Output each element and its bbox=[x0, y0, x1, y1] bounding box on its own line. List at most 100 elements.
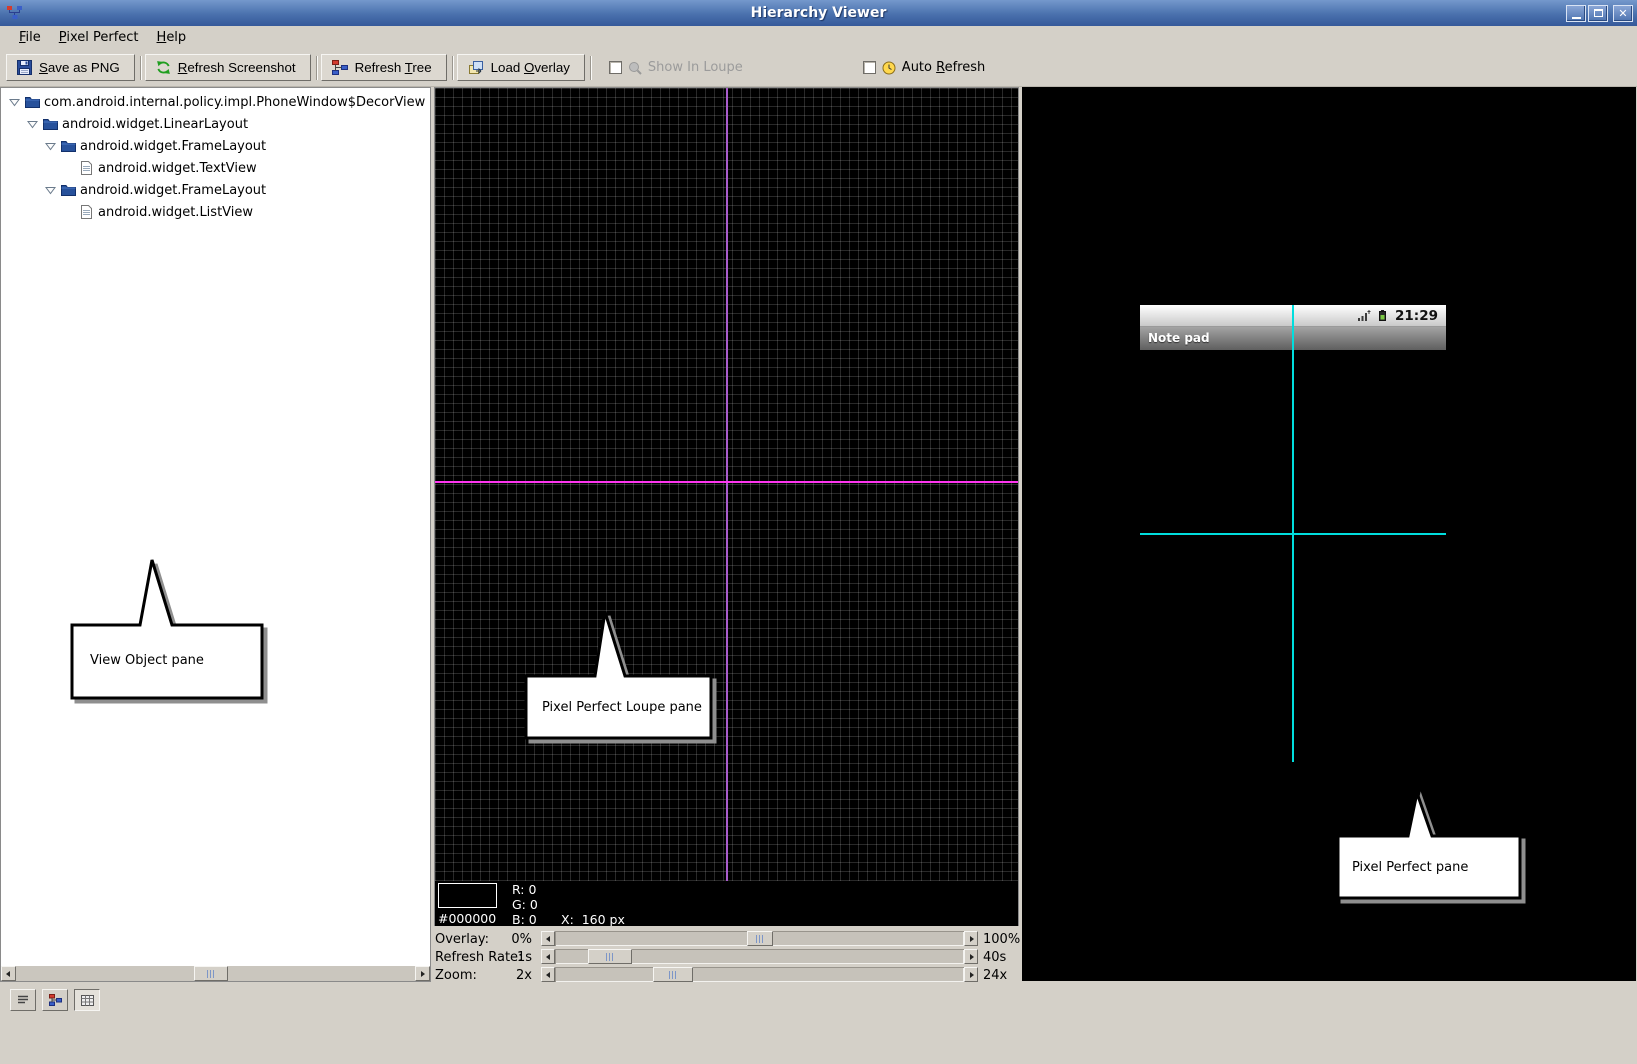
title-bar[interactable]: Hierarchy Viewer bbox=[0, 0, 1637, 26]
tree-item-listview[interactable]: android.widget.ListView bbox=[1, 201, 430, 223]
close-button[interactable] bbox=[1613, 5, 1633, 22]
folder-icon bbox=[41, 118, 59, 130]
tree-item-framelayout-1[interactable]: android.widget.FrameLayout bbox=[1, 135, 430, 157]
refresh-icon bbox=[156, 60, 171, 75]
thumb-grip bbox=[756, 935, 764, 943]
pixel-perfect-crosshair-horizontal bbox=[1140, 533, 1446, 535]
pixel-perfect-loupe-pane: #000000 R: 0 G: 0 B: 0 X: 160 px Y: 240 … bbox=[434, 87, 1019, 982]
save-icon bbox=[17, 60, 32, 75]
tree-item-framelayout-2[interactable]: android.widget.FrameLayout bbox=[1, 179, 430, 201]
maximize-button[interactable] bbox=[1588, 5, 1608, 22]
status-bar-clock: 21:29 bbox=[1395, 308, 1438, 324]
slider-left-arrow[interactable] bbox=[541, 949, 555, 964]
zoom-min-value: 2x bbox=[496, 968, 532, 983]
slider-right-arrow[interactable] bbox=[964, 949, 978, 964]
scrollbar-thumb[interactable] bbox=[194, 966, 228, 981]
slider-left-arrow[interactable] bbox=[541, 967, 555, 982]
slider-right-arrow[interactable] bbox=[964, 931, 978, 946]
loupe-info-bar: #000000 R: 0 G: 0 B: 0 X: 160 px Y: 240 … bbox=[434, 881, 1019, 926]
clock-icon bbox=[882, 61, 896, 75]
toolbar: Save as PNG Refresh Screenshot Refresh T… bbox=[0, 49, 1637, 87]
thumb-grip bbox=[669, 971, 677, 979]
overlay-slider[interactable] bbox=[541, 931, 978, 946]
tree-item-label: android.widget.TextView bbox=[95, 161, 257, 176]
document-icon bbox=[77, 205, 95, 219]
expander-icon[interactable] bbox=[23, 119, 41, 129]
maximize-icon bbox=[1594, 9, 1603, 17]
pixel-perfect-callout-label: Pixel Perfect pane bbox=[1352, 860, 1512, 875]
green-value: G: 0 bbox=[512, 897, 538, 912]
expander-icon[interactable] bbox=[41, 185, 59, 195]
refresh-rate-max-value: 40s bbox=[983, 950, 1006, 965]
loupe-icon bbox=[628, 61, 642, 75]
overlay-label: Overlay: bbox=[435, 932, 489, 947]
show-in-loupe-checkbox[interactable]: Show In Loupe bbox=[609, 60, 743, 75]
thumb-grip bbox=[606, 953, 614, 961]
tree-item-decorview[interactable]: com.android.internal.policy.impl.PhoneWi… bbox=[1, 91, 430, 113]
zoom-slider[interactable] bbox=[541, 967, 978, 982]
device-app-title: Note pad bbox=[1148, 331, 1210, 345]
slider-right-arrow[interactable] bbox=[964, 967, 978, 982]
hierarchy-viewer-window: Hierarchy Viewer File Pixel Perfect Help… bbox=[0, 0, 1637, 1064]
overlay-min-value: 0% bbox=[496, 932, 532, 947]
checkbox-label: Show In Loupe bbox=[648, 60, 743, 75]
slider-track[interactable] bbox=[555, 967, 964, 982]
slider-track[interactable] bbox=[555, 949, 964, 964]
tree-item-label: com.android.internal.policy.impl.PhoneWi… bbox=[41, 95, 425, 110]
view-mode-grid-button[interactable] bbox=[74, 989, 100, 1011]
slider-left-arrow[interactable] bbox=[541, 931, 555, 946]
button-label: Save as PNG bbox=[39, 60, 120, 75]
loupe-crosshair-vertical bbox=[726, 88, 728, 881]
tree-item-linearlayout[interactable]: android.widget.LinearLayout bbox=[1, 113, 430, 135]
tree-horizontal-scrollbar[interactable] bbox=[1, 966, 430, 981]
menu-help[interactable]: Help bbox=[148, 28, 196, 47]
loupe-crosshair-horizontal bbox=[435, 481, 1018, 483]
toolbar-separator bbox=[452, 56, 454, 80]
folder-icon bbox=[23, 96, 41, 108]
view-object-pane: com.android.internal.policy.impl.PhoneWi… bbox=[0, 87, 431, 982]
view-object-callout-label: View Object pane bbox=[90, 653, 250, 668]
minimize-icon bbox=[1572, 17, 1581, 19]
refresh-screenshot-button[interactable]: Refresh Screenshot bbox=[145, 54, 311, 81]
auto-refresh-checkbox[interactable]: Auto Refresh bbox=[863, 60, 985, 75]
save-as-png-button[interactable]: Save as PNG bbox=[6, 54, 135, 81]
menu-file[interactable]: File bbox=[10, 28, 50, 47]
tree-view-icon bbox=[49, 994, 62, 1006]
thumb-grip bbox=[207, 970, 215, 978]
scroll-left-arrow[interactable] bbox=[1, 966, 16, 981]
slider-thumb[interactable] bbox=[588, 949, 632, 964]
button-label: Refresh Screenshot bbox=[178, 60, 296, 75]
refresh-rate-slider[interactable] bbox=[541, 949, 978, 964]
close-icon bbox=[1618, 8, 1627, 19]
view-hierarchy-tree: com.android.internal.policy.impl.PhoneWi… bbox=[1, 88, 430, 223]
expander-icon[interactable] bbox=[41, 141, 59, 151]
scrollbar-track[interactable] bbox=[16, 966, 415, 981]
battery-icon bbox=[1376, 309, 1389, 322]
refresh-tree-button[interactable]: Refresh Tree bbox=[321, 54, 447, 81]
slider-thumb[interactable] bbox=[653, 967, 693, 982]
pixel-perfect-pane[interactable]: 21:29 Note pad bbox=[1022, 87, 1636, 981]
zoom-max-value: 24x bbox=[983, 968, 1007, 983]
expander-icon[interactable] bbox=[5, 97, 23, 107]
minimize-button[interactable] bbox=[1566, 5, 1586, 22]
button-label: Refresh Tree bbox=[355, 60, 432, 75]
folder-icon bbox=[59, 140, 77, 152]
grid-view-icon bbox=[81, 995, 94, 1006]
slider-track[interactable] bbox=[555, 931, 964, 946]
view-mode-tree-button[interactable] bbox=[42, 989, 68, 1011]
loupe-callout-shape bbox=[520, 606, 720, 746]
slider-thumb[interactable] bbox=[747, 931, 773, 946]
tree-item-textview[interactable]: android.widget.TextView bbox=[1, 157, 430, 179]
checkbox-box[interactable] bbox=[609, 61, 622, 74]
red-value: R: 0 bbox=[512, 882, 538, 897]
tree-item-label: android.widget.LinearLayout bbox=[59, 117, 248, 132]
scroll-right-arrow[interactable] bbox=[415, 966, 430, 981]
signal-icon bbox=[1357, 309, 1371, 322]
toolbar-separator bbox=[140, 56, 142, 80]
view-mode-list-button[interactable] bbox=[10, 989, 36, 1011]
menu-pixel-perfect[interactable]: Pixel Perfect bbox=[50, 28, 148, 47]
checkbox-box[interactable] bbox=[863, 61, 876, 74]
bottom-bar bbox=[0, 982, 1637, 1064]
loupe-grid[interactable] bbox=[434, 87, 1019, 881]
load-overlay-button[interactable]: Load Overlay bbox=[457, 54, 585, 81]
